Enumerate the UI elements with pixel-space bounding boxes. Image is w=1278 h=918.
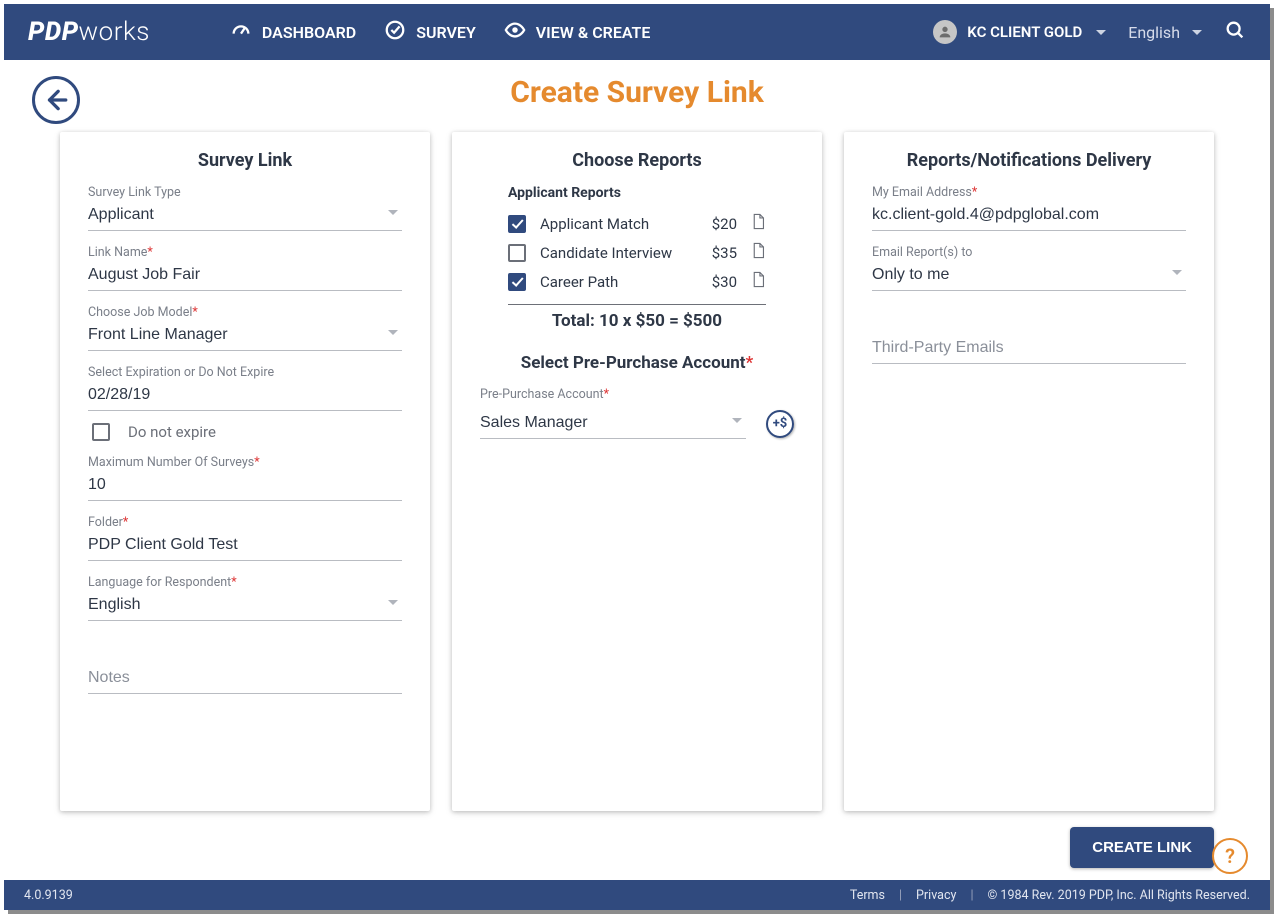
report-checkbox-career-path[interactable] xyxy=(508,273,526,291)
applicant-reports-heading: Applicant Reports xyxy=(508,185,766,201)
chevron-down-icon xyxy=(1192,30,1202,35)
card-delivery: Reports/Notifications Delivery My Email … xyxy=(844,132,1214,811)
card3-title: Reports/Notifications Delivery xyxy=(872,150,1186,171)
respondent-language-label: Language for Respondent* xyxy=(88,575,402,590)
card1-title: Survey Link xyxy=(88,150,402,171)
document-icon[interactable] xyxy=(751,213,766,234)
ppa-label: Pre-Purchase Account* xyxy=(480,387,794,402)
report-checkbox-applicant-match[interactable] xyxy=(508,215,526,233)
chevron-down-icon xyxy=(1096,30,1106,35)
chevron-down-icon xyxy=(388,600,398,605)
nav-view-create[interactable]: VIEW & CREATE xyxy=(504,19,651,45)
avatar-icon xyxy=(933,20,957,44)
search-button[interactable] xyxy=(1224,19,1246,45)
nav-view-create-label: VIEW & CREATE xyxy=(536,23,651,42)
job-model-label: Choose Job Model* xyxy=(88,305,402,320)
create-link-button[interactable]: CREATE LINK xyxy=(1070,827,1214,868)
report-price: $35 xyxy=(697,244,737,262)
nav-dashboard-label: DASHBOARD xyxy=(262,23,356,42)
report-name: Career Path xyxy=(540,273,683,291)
respondent-language-select[interactable] xyxy=(88,590,402,621)
ppa-select[interactable] xyxy=(480,408,746,439)
third-party-emails-input[interactable] xyxy=(872,333,1186,364)
chevron-down-icon xyxy=(732,418,742,423)
page-title: Create Survey Link xyxy=(510,75,764,110)
check-circle-icon xyxy=(384,19,406,45)
email-reports-to-label: Email Report(s) to xyxy=(872,245,1186,260)
report-row: Applicant Match $20 xyxy=(508,209,766,238)
nav-dashboard[interactable]: DASHBOARD xyxy=(230,19,356,45)
divider xyxy=(508,304,766,305)
report-price: $20 xyxy=(697,215,737,233)
survey-link-type-select[interactable] xyxy=(88,200,402,231)
back-button[interactable] xyxy=(32,76,80,124)
language-selector[interactable]: English xyxy=(1128,23,1202,42)
gauge-icon xyxy=(230,19,252,45)
report-name: Applicant Match xyxy=(540,215,683,233)
search-icon xyxy=(1224,19,1246,41)
brand-logo[interactable]: PDPworks xyxy=(28,17,150,47)
survey-link-type-label: Survey Link Type xyxy=(88,185,402,200)
select-ppa-heading: Select Pre-Purchase Account* xyxy=(480,353,794,373)
footer: 4.0.9139 Terms | Privacy | © 1984 Rev. 2… xyxy=(4,880,1270,910)
max-surveys-label: Maximum Number Of Surveys* xyxy=(88,455,402,470)
document-icon[interactable] xyxy=(751,271,766,292)
card-choose-reports: Choose Reports Applicant Reports Applica… xyxy=(452,132,822,811)
expiration-input[interactable] xyxy=(88,380,402,411)
separator: | xyxy=(899,888,902,903)
link-name-label: Link Name* xyxy=(88,245,402,260)
footer-privacy-link[interactable]: Privacy xyxy=(916,888,956,903)
report-name: Candidate Interview xyxy=(540,244,683,262)
folder-input[interactable] xyxy=(88,530,402,561)
my-email-input[interactable] xyxy=(872,200,1186,231)
separator: | xyxy=(970,888,973,903)
help-button[interactable]: ? xyxy=(1212,838,1248,874)
notes-input[interactable] xyxy=(88,663,402,694)
max-surveys-input[interactable] xyxy=(88,470,402,501)
top-nav: PDPworks DASHBOARD SURVEY VIEW & CREATE xyxy=(4,4,1270,60)
nav-survey[interactable]: SURVEY xyxy=(384,19,476,45)
footer-terms-link[interactable]: Terms xyxy=(850,888,885,903)
brand-light: works xyxy=(79,17,150,47)
card-survey-link: Survey Link Survey Link Type Link Name* … xyxy=(60,132,430,811)
chevron-down-icon xyxy=(1172,270,1182,275)
language-label: English xyxy=(1128,23,1180,42)
chevron-down-icon xyxy=(388,330,398,335)
report-checkbox-candidate-interview[interactable] xyxy=(508,244,526,262)
brand-bold: PDP xyxy=(28,17,79,47)
add-funds-button[interactable]: +$ xyxy=(766,410,794,438)
email-reports-to-select[interactable] xyxy=(872,260,1186,291)
chevron-down-icon xyxy=(388,210,398,215)
arrow-left-icon xyxy=(43,87,69,113)
user-name-label: KC CLIENT GOLD xyxy=(967,23,1082,41)
document-icon[interactable] xyxy=(751,242,766,263)
eye-icon xyxy=(504,19,526,45)
user-menu[interactable]: KC CLIENT GOLD xyxy=(933,20,1106,44)
card2-title: Choose Reports xyxy=(480,150,794,171)
link-name-input[interactable] xyxy=(88,260,402,291)
reports-total: Total: 10 x $50 = $500 xyxy=(508,311,766,331)
job-model-select[interactable] xyxy=(88,320,402,351)
expiration-label: Select Expiration or Do Not Expire xyxy=(88,365,402,380)
report-row: Candidate Interview $35 xyxy=(508,238,766,267)
footer-copyright: © 1984 Rev. 2019 PDP, Inc. All Rights Re… xyxy=(988,888,1251,903)
my-email-label: My Email Address* xyxy=(872,185,1186,200)
version-label: 4.0.9139 xyxy=(24,888,73,903)
nav-survey-label: SURVEY xyxy=(416,23,476,42)
do-not-expire-checkbox[interactable] xyxy=(92,423,110,441)
folder-label: Folder* xyxy=(88,515,402,530)
report-price: $30 xyxy=(697,273,737,291)
report-row: Career Path $30 xyxy=(508,267,766,296)
do-not-expire-label: Do not expire xyxy=(128,423,216,441)
